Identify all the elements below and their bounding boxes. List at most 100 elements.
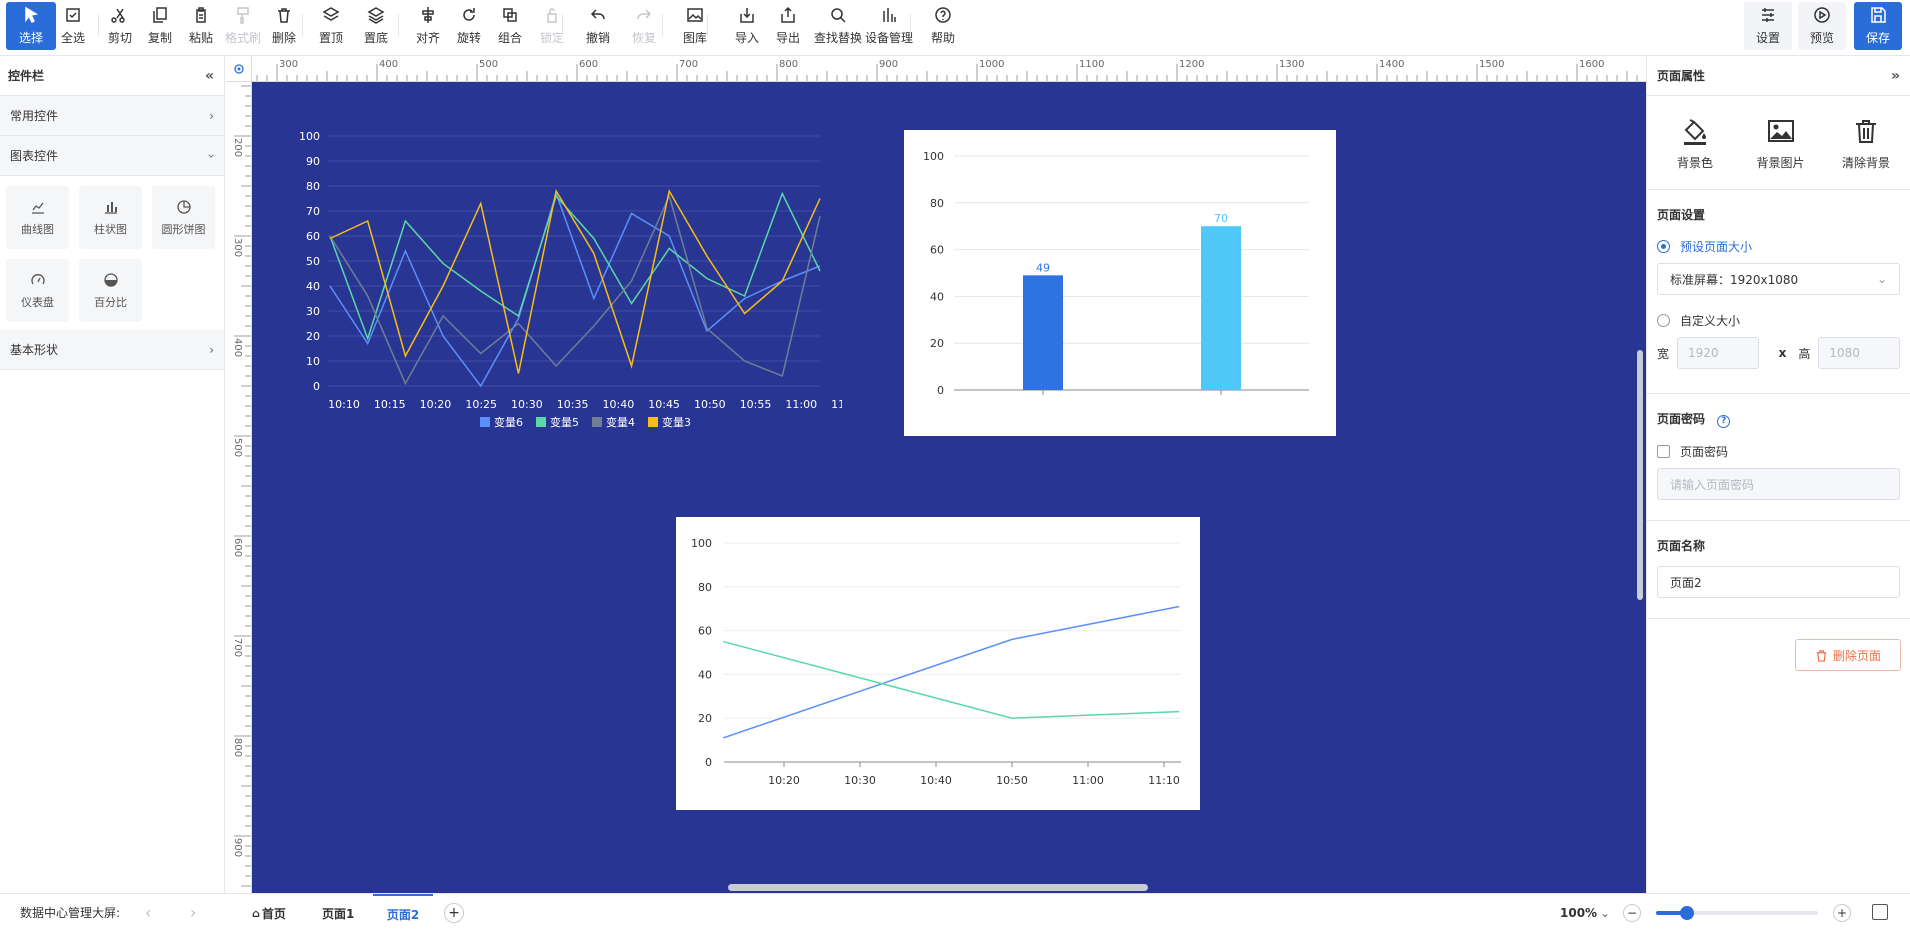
page-password-checkbox[interactable] — [1657, 444, 1670, 458]
widget-line-chart[interactable]: 曲线图 — [6, 186, 69, 249]
prev-page-icon[interactable]: ‹ — [145, 903, 151, 922]
multi-line-chart[interactable]: 0 10 20 30 40 50 60 70 80 90 100 10:10 10:15 10:20 10:… — [282, 122, 863, 462]
x-tick-label: 11:05 — [831, 398, 842, 411]
category-common[interactable]: 常用控件 › — [0, 96, 224, 136]
category-label: 基本形状 — [10, 343, 59, 357]
toolbar-separator — [302, 14, 303, 36]
background-image-button[interactable]: 背景图片 — [1745, 116, 1817, 171]
toolbar-play-button[interactable]: 预览 — [1798, 2, 1846, 50]
bar — [1023, 275, 1063, 390]
next-page-icon[interactable]: › — [190, 903, 196, 922]
widget-gauge[interactable]: 仪表盘 — [6, 259, 69, 322]
toolbar-button-label: 格式刷 — [224, 31, 261, 45]
add-page-button[interactable]: + — [444, 903, 464, 923]
custom-size-radio[interactable] — [1657, 313, 1670, 327]
toolbar-help-button[interactable]: 帮助 — [918, 0, 968, 52]
toolbar-undo-button[interactable]: 撤销 — [573, 0, 623, 52]
collapse-left-icon[interactable]: « — [205, 68, 214, 84]
toolbar-button-label: 预览 — [1809, 31, 1834, 45]
page-settings-title: 页面设置 — [1657, 208, 1706, 222]
chevron-down-icon[interactable]: ⌄ — [1600, 906, 1610, 920]
ruler-label: 300 — [232, 238, 243, 257]
category-charts[interactable]: 图表控件 › — [0, 136, 224, 176]
category-label: 图表控件 — [10, 149, 59, 163]
collapse-right-icon[interactable]: » — [1891, 68, 1900, 84]
vertical-scrollbar[interactable] — [1637, 350, 1643, 600]
x-tick-label: 10:30 — [844, 774, 876, 787]
series-line — [723, 640, 1180, 719]
line-chart[interactable]: 0 20 40 60 80 100 10:20 10:30 10:40 10:50 11:00 11:… — [676, 517, 1200, 810]
settings-icon — [1762, 8, 1774, 22]
toolbar-search-button[interactable]: 查找替换 — [813, 0, 863, 52]
clear-background-button[interactable]: 清除背景 — [1830, 116, 1902, 171]
trash-icon — [1856, 120, 1876, 143]
ruler-label: 600 — [232, 538, 243, 557]
undo-icon — [590, 9, 605, 20]
tab-page1[interactable]: 页面1 — [310, 894, 366, 932]
toolbar-settings-button[interactable]: 设置 — [1744, 2, 1792, 50]
ruler-label: 1200 — [1179, 59, 1204, 70]
chevron-right-icon: › — [209, 108, 214, 123]
help-icon[interactable]: ? — [1717, 415, 1731, 428]
preset-size-radio[interactable] — [1657, 239, 1670, 253]
ruler-origin-icon[interactable] — [226, 56, 252, 82]
background-color-button[interactable]: 背景色 — [1659, 116, 1731, 171]
widget-bar-chart[interactable]: 柱状图 — [79, 186, 142, 249]
category-shapes[interactable]: 基本形状 › — [0, 330, 224, 370]
width-input[interactable]: 1920 — [1677, 337, 1759, 369]
widget-panel-title: 控件栏 — [8, 69, 45, 83]
zoom-out-button[interactable]: − — [1623, 904, 1641, 922]
toolbar-select-all-button[interactable]: 全选 — [48, 0, 98, 52]
align-icon — [422, 7, 434, 23]
legend-label: 变量3 — [662, 415, 691, 429]
design-canvas[interactable]: 0 10 20 30 40 50 60 70 80 90 100 10:10 10:15 10:20 10:… — [252, 82, 1646, 893]
category-label: 常用控件 — [10, 109, 59, 123]
zoom-slider[interactable] — [1656, 906, 1818, 920]
toolbar-bring-to-front-button[interactable]: 置顶 — [306, 0, 356, 52]
tab-home[interactable]: ⌂ 首页 — [240, 894, 298, 932]
page-password-option[interactable]: 页面密码 — [1657, 440, 1900, 462]
page-password-input[interactable]: 请输入页面密码 — [1657, 468, 1900, 500]
widget-label: 仪表盘 — [21, 295, 54, 309]
y-tick-label: 40 — [930, 290, 944, 303]
play-icon — [1814, 7, 1830, 23]
zoom-in-button[interactable]: + — [1833, 904, 1851, 922]
toolbar-button-label: 旋转 — [456, 31, 481, 45]
zoom-slider-handle[interactable] — [1680, 906, 1694, 920]
horizontal-scrollbar[interactable] — [728, 884, 1148, 891]
y-tick-label: 100 — [691, 537, 712, 550]
chart-widget-grid: 曲线图 柱状图 圆形饼图 仪表盘 百分比 — [0, 176, 224, 330]
ruler-horizontal-scale: 300 400 500 600 700 800 900 1000 1100 1200 1300 140… — [226, 59, 1638, 81]
toolbar-send-to-back-button[interactable]: 置底 — [351, 0, 401, 52]
toolbar-device-button[interactable]: 设备管理 — [864, 0, 914, 52]
toolbar-export-button[interactable]: 导出 — [763, 0, 813, 52]
toolbar-button-label: 查找替换 — [813, 31, 862, 45]
preset-size-select[interactable]: 标准屏幕：1920x1080 ⌄ — [1657, 263, 1900, 295]
bar-chart[interactable]: 0 20 40 60 80 100 49 70 — [904, 130, 1336, 436]
fullscreen-icon[interactable] — [1872, 904, 1888, 920]
y-tick-label: 100 — [923, 150, 944, 163]
zoom-level[interactable]: 100% — [1560, 906, 1597, 920]
width-label: 宽 — [1657, 346, 1670, 361]
delete-page-button[interactable]: 删除页面 — [1795, 639, 1901, 671]
toolbar-separator — [910, 14, 911, 36]
custom-size-option[interactable]: 自定义大小 — [1657, 309, 1900, 331]
ruler-label: 1400 — [1379, 59, 1404, 70]
y-tick-label: 20 — [306, 330, 320, 343]
widget-percent[interactable]: 百分比 — [79, 259, 142, 322]
toolbar-save-button[interactable]: 保存 — [1854, 2, 1902, 50]
ruler-horizontal: 300 400 500 600 700 800 900 1000 1100 1200 1300 140… — [226, 56, 1646, 82]
tab-page2[interactable]: 页面2 — [373, 894, 433, 932]
toolbar-image-button[interactable]: 图库 — [670, 0, 720, 52]
bar-chart-svg: 0 20 40 60 80 100 49 70 — [923, 150, 1309, 397]
lock-icon — [547, 8, 557, 23]
export-icon — [781, 6, 795, 23]
page-name-input[interactable]: 页面2 — [1657, 566, 1900, 598]
height-input[interactable]: 1080 — [1818, 337, 1900, 369]
ruler-label: 800 — [779, 59, 798, 70]
widget-pie-chart[interactable]: 圆形饼图 — [152, 186, 215, 249]
toolbar: 选择 全选 剪切 复制 粘贴 格式刷 删除 置顶 置底 对齐 旋转 组合 锁定 撤销 恢复 图库 导入 导出 查找替… — [0, 0, 1910, 56]
y-tick-label: 40 — [698, 668, 712, 681]
ruler-label: 900 — [232, 838, 243, 857]
preset-size-option[interactable]: 预设页面大小 — [1657, 235, 1900, 257]
